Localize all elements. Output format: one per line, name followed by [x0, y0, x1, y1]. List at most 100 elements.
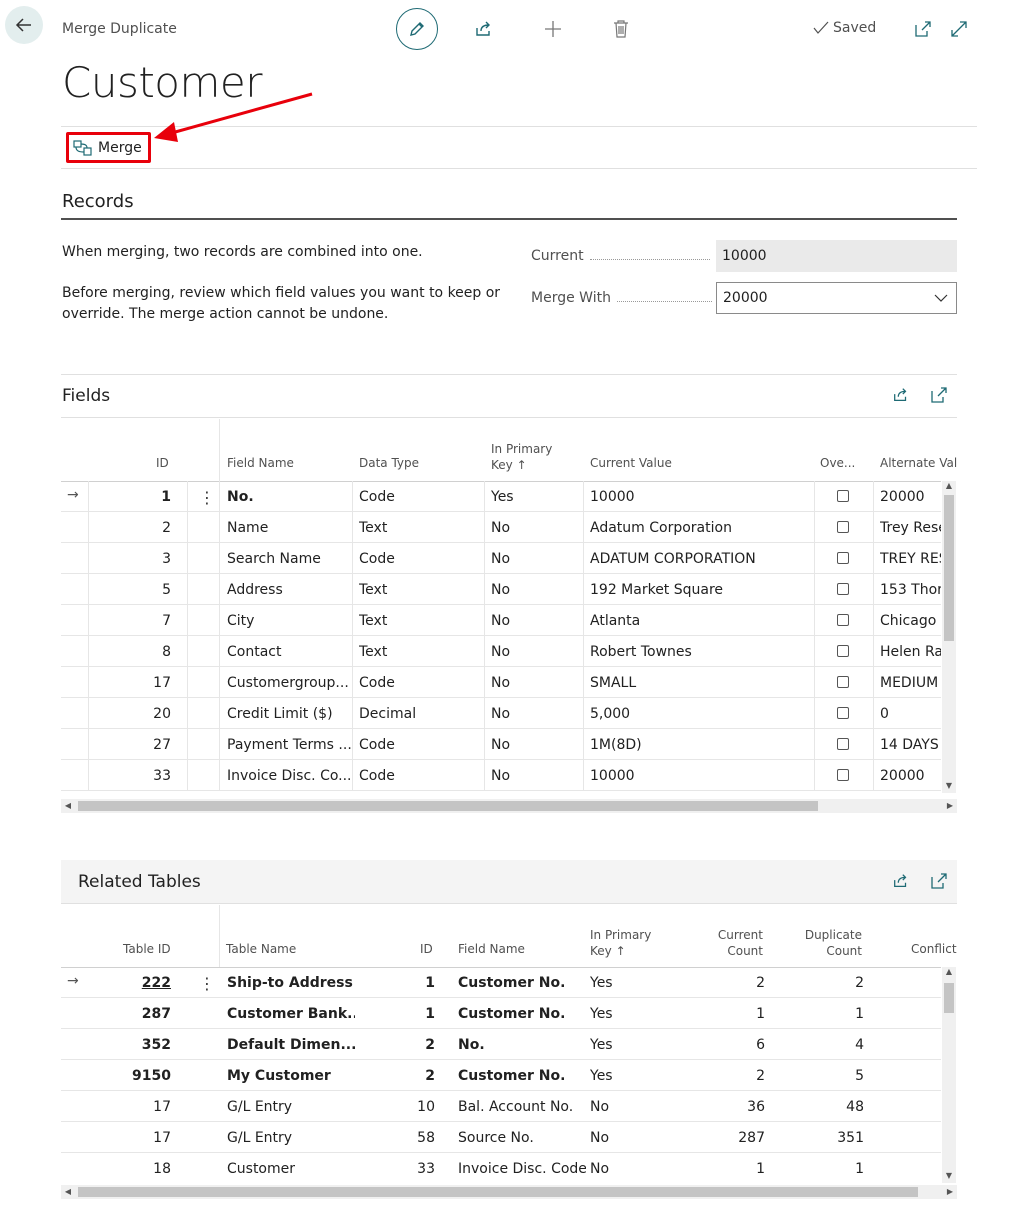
share-icon — [476, 21, 490, 36]
merge-with-select[interactable]: 20000 — [716, 282, 957, 314]
col-header-current-value[interactable]: Current Value — [590, 455, 672, 471]
cell-separator — [352, 698, 353, 729]
related-share-button[interactable] — [890, 870, 912, 892]
override-checkbox[interactable] — [837, 645, 849, 657]
override-checkbox[interactable] — [837, 552, 849, 564]
table-row[interactable]: 17 Customergroup... Code No SMALL MEDIUM — [61, 667, 941, 698]
table-row[interactable]: 2 Name Text No Adatum Corporation Trey Rese — [61, 512, 941, 543]
override-checkbox[interactable] — [837, 769, 849, 781]
cell-alternate-value: 153 Thor — [880, 582, 941, 598]
scroll-left-arrow[interactable]: ◀ — [61, 1187, 75, 1196]
fields-horizontal-scrollbar[interactable]: ◀ ▶ — [61, 799, 957, 813]
scroll-thumb[interactable] — [944, 495, 954, 641]
table-row[interactable]: 18 Customer 33 Invoice Disc. Code No 1 1 — [61, 1153, 941, 1183]
cell-field-name: Invoice Disc. Co... — [227, 768, 351, 784]
col-header-table-name[interactable]: Table Name — [226, 941, 296, 957]
col-header-field-name[interactable]: Field Name — [458, 941, 525, 957]
table-row[interactable]: 27 Payment Terms ... Code No 1M(8D) 14 DAYS — [61, 729, 941, 760]
col-header-data-type[interactable]: Data Type — [359, 455, 419, 471]
col-header-id[interactable]: ID — [420, 941, 433, 957]
table-row[interactable]: 352 Default Dimen... 2 No. Yes 6 4 — [61, 1029, 941, 1060]
col-header-table-id[interactable]: Table ID — [123, 941, 171, 957]
cell-current-value: SMALL — [590, 675, 637, 691]
back-button[interactable] — [5, 6, 43, 44]
related-expand-button[interactable] — [928, 870, 950, 892]
scroll-thumb[interactable] — [78, 1187, 918, 1197]
table-row[interactable]: → ⋮ 222 Ship-to Address 1 Customer No. Yes 2 2 — [61, 967, 941, 998]
cell-table-id[interactable]: 222 — [111, 975, 171, 991]
col-header-line: Duplicate — [804, 928, 862, 942]
cell-separator — [88, 574, 89, 605]
plus-icon — [545, 21, 561, 37]
related-vertical-scrollbar[interactable]: ▲ ▼ — [942, 967, 956, 1183]
override-checkbox[interactable] — [837, 583, 849, 595]
table-row[interactable]: 7 City Text No Atlanta Chicago — [61, 605, 941, 636]
cell-separator — [484, 667, 485, 698]
cell-separator — [484, 574, 485, 605]
table-row[interactable]: 17 G/L Entry 58 Source No. No 287 351 — [61, 1122, 941, 1153]
table-row[interactable]: 9150 My Customer 2 Customer No. Yes 2 5 — [61, 1060, 941, 1091]
scroll-left-arrow[interactable]: ◀ — [61, 801, 75, 810]
col-header-id[interactable]: ID — [156, 455, 169, 471]
table-row[interactable]: 5 Address Text No 192 Market Square 153 Thor — [61, 574, 941, 605]
cell-separator — [873, 512, 874, 543]
col-header-in-primary-key[interactable]: In Primary Key ↑ — [491, 441, 552, 473]
scroll-down-arrow[interactable]: ▼ — [942, 781, 956, 790]
delete-button[interactable] — [609, 17, 633, 41]
scroll-up-arrow[interactable]: ▲ — [942, 481, 956, 490]
table-row[interactable]: → ⋮ 1 No. Code Yes 10000 20000 — [61, 481, 941, 512]
override-checkbox[interactable] — [837, 707, 849, 719]
merge-action-button[interactable]: Merge — [66, 132, 151, 163]
scroll-right-arrow[interactable]: ▶ — [943, 801, 957, 810]
cell-data-type: Text — [359, 644, 388, 660]
expand-button[interactable] — [948, 18, 970, 40]
col-header-conflicts[interactable]: Conflicts — [911, 941, 957, 957]
override-checkbox[interactable] — [837, 614, 849, 626]
scroll-down-arrow[interactable]: ▼ — [942, 1171, 956, 1180]
related-horizontal-scrollbar[interactable]: ◀ ▶ — [61, 1185, 957, 1199]
table-row[interactable]: 17 G/L Entry 10 Bal. Account No. No 36 48 — [61, 1091, 941, 1122]
cell-current-count: 6 — [756, 1037, 765, 1053]
table-row[interactable]: 3 Search Name Code No ADATUM CORPORATION TREY… — [61, 543, 941, 574]
scroll-thumb[interactable] — [944, 983, 954, 1013]
col-header-in-primary-key[interactable]: In Primary Key ↑ — [590, 927, 651, 959]
cell-separator — [187, 729, 188, 760]
share-button[interactable] — [472, 17, 496, 41]
merge-with-value: 20000 — [723, 290, 768, 306]
cell-id: 2 — [162, 520, 171, 536]
new-button[interactable] — [541, 17, 565, 41]
fields-vertical-scrollbar[interactable]: ▲ ▼ — [942, 481, 956, 793]
table-row[interactable]: 20 Credit Limit ($) Decimal No 5,000 0 — [61, 698, 941, 729]
cell-data-type: Code — [359, 675, 395, 691]
cell-id: 33 — [153, 768, 171, 784]
open-new-window-button[interactable] — [912, 18, 934, 40]
cell-current-value: 1M(8D) — [590, 737, 642, 753]
col-header-field-name[interactable]: Field Name — [227, 455, 294, 471]
table-row[interactable]: 33 Invoice Disc. Co... Code No 10000 20000 — [61, 760, 941, 791]
override-checkbox[interactable] — [837, 676, 849, 688]
row-menu-icon[interactable]: ⋮ — [199, 974, 215, 993]
scroll-right-arrow[interactable]: ▶ — [943, 1187, 957, 1196]
cell-field-name: City — [227, 613, 255, 629]
override-checkbox[interactable] — [837, 738, 849, 750]
table-row[interactable]: 8 Contact Text No Robert Townes Helen Ra — [61, 636, 941, 667]
override-checkbox[interactable] — [837, 521, 849, 533]
col-header-override[interactable]: Ove... — [820, 455, 855, 471]
edit-button[interactable] — [396, 8, 438, 50]
cell-alternate-value: Trey Rese — [880, 520, 941, 536]
cell-duplicate-count: 1 — [855, 1161, 864, 1177]
fields-share-button[interactable] — [890, 384, 912, 406]
fields-expand-button[interactable] — [928, 384, 950, 406]
table-row[interactable]: 287 Customer Bank... 1 Customer No. Yes 1 1 — [61, 998, 941, 1029]
scroll-up-arrow[interactable]: ▲ — [942, 967, 956, 976]
row-menu-icon[interactable]: ⋮ — [199, 488, 215, 507]
col-header-duplicate-count[interactable]: Duplicate Count — [790, 927, 862, 959]
override-checkbox[interactable] — [837, 490, 849, 502]
cell-in-primary-key: No — [491, 613, 511, 629]
fields-part-title: Fields — [62, 386, 111, 406]
col-header-alternate-value[interactable]: Alternate Valu — [880, 455, 957, 471]
scroll-thumb[interactable] — [78, 801, 818, 811]
cell-current-value: Adatum Corporation — [590, 520, 732, 536]
col-header-current-count[interactable]: Current Count — [700, 927, 763, 959]
cell-data-type: Text — [359, 520, 388, 536]
